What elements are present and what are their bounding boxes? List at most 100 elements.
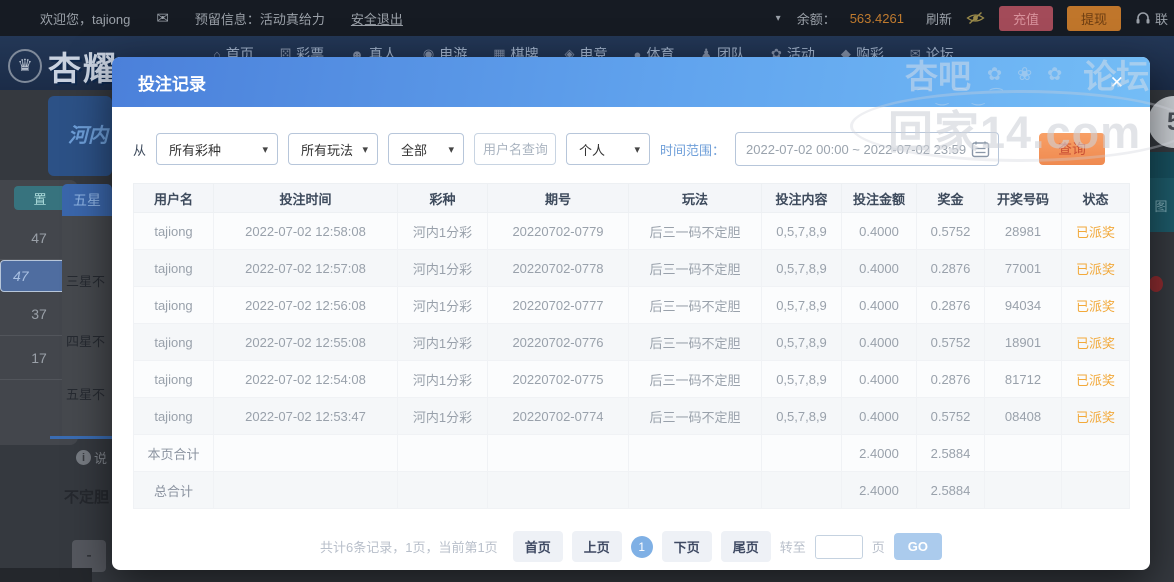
modal-header: 投注记录 ✕	[112, 57, 1150, 107]
headset-icon	[1135, 11, 1151, 25]
cell-prize: 0.5752	[916, 323, 985, 361]
logout-link[interactable]: 安全退出	[351, 9, 403, 28]
cell-play: 后三一码不定胆	[628, 397, 762, 435]
recharge-button[interactable]: 充值	[998, 5, 1053, 31]
cell-status: 已派奖	[1061, 323, 1130, 361]
refresh-link[interactable]: 刷新	[926, 9, 952, 28]
cell-draw-number: 94034	[984, 286, 1062, 324]
cell-prize: 0.2876	[916, 360, 985, 398]
cell-draw-number: 18901	[984, 323, 1062, 361]
bg-tab-selected[interactable]: 五星	[62, 184, 112, 216]
bg-note-text: 说	[94, 451, 108, 466]
summary-cell-prize: 2.5884	[916, 434, 985, 472]
scope-select[interactable]: 个人 ▾	[566, 133, 651, 165]
go-button[interactable]: GO	[893, 533, 943, 560]
summary-cell-amount: 2.4000	[841, 471, 917, 509]
table-row: tajiong 2022-07-02 12:54:08 河内1分彩 20220702-…	[133, 360, 1130, 398]
bg-red-dot	[1149, 276, 1163, 292]
cell-play: 后三一码不定胆	[628, 249, 762, 287]
cell-bet-time: 2022-07-02 12:54:08	[213, 360, 398, 398]
summary-cell-status	[1061, 471, 1130, 509]
cell-username: tajiong	[133, 360, 214, 398]
cell-draw-number: 28981	[984, 212, 1062, 250]
col-header-status: 状态	[1061, 183, 1130, 213]
prev-page-button[interactable]: 上页	[571, 531, 622, 562]
col-header-prize: 奖金	[916, 183, 985, 213]
cell-bet-time: 2022-07-02 12:55:08	[213, 323, 398, 361]
lottery-type-select[interactable]: 所有彩种 ▾	[156, 133, 279, 165]
bg-note: i 说	[76, 448, 112, 467]
brand-name: 杏耀	[48, 50, 118, 87]
scope-value: 个人	[579, 142, 606, 158]
cell-status: 已派奖	[1061, 397, 1130, 435]
cell-amount: 0.4000	[841, 360, 917, 398]
close-icon[interactable]: ✕	[1110, 74, 1124, 91]
cell-issue: 20220702-0776	[487, 323, 629, 361]
bg-tab-1[interactable]: 四星不	[66, 331, 105, 350]
table-row: tajiong 2022-07-02 12:55:08 河内1分彩 20220702-…	[133, 323, 1130, 361]
table-row: tajiong 2022-07-02 12:53:47 河内1分彩 20220702-…	[133, 397, 1130, 435]
table-row: tajiong 2022-07-02 12:58:08 河内1分彩 20220702-…	[133, 212, 1130, 250]
cell-issue: 20220702-0775	[487, 360, 629, 398]
cell-issue: 20220702-0777	[487, 286, 629, 324]
bg-play-panel: 三星不 四星不 五星不	[62, 216, 112, 438]
pagination: 共计6条记录，1页，当前第1页 首页 上页 1 下页 尾页 转至 页 GO	[133, 531, 1129, 562]
bg-lottery-ball: 5	[1148, 96, 1174, 148]
cell-play: 后三一码不定胆	[628, 286, 762, 324]
notice-text: 预留信息：活动真给力	[194, 11, 325, 27]
chevron-down-icon: ▾	[262, 143, 269, 156]
time-range-label: 时间范围：	[660, 142, 726, 158]
cell-amount: 0.4000	[841, 323, 917, 361]
status-value: 全部	[401, 142, 428, 158]
col-header-lottery: 彩种	[397, 183, 488, 213]
search-button[interactable]: 查询	[1039, 133, 1106, 165]
summary-cell-username: 总合计	[133, 471, 214, 509]
current-page-badge[interactable]: 1	[630, 535, 653, 558]
summary-cell-lottery	[397, 471, 488, 509]
chevron-down-icon: ▾	[634, 143, 641, 156]
cell-play: 后三一码不定胆	[628, 323, 762, 361]
goto-page-input[interactable]	[814, 534, 863, 559]
bg-tab-underline	[50, 436, 112, 439]
username-input[interactable]	[474, 133, 557, 165]
balance-caret-icon[interactable]: ▾	[776, 13, 781, 24]
cell-play: 后三一码不定胆	[628, 360, 762, 398]
withdraw-button[interactable]: 提现	[1066, 5, 1121, 31]
cell-issue: 20220702-0774	[487, 397, 629, 435]
brand-logo[interactable]: ♛ 杏耀	[8, 42, 118, 90]
bg-tab-0[interactable]: 三星不	[66, 271, 105, 290]
summary-cell-content	[761, 434, 842, 472]
from-label: 从	[133, 142, 147, 158]
calendar-icon	[971, 140, 990, 158]
cell-lottery: 河内1分彩	[397, 286, 488, 324]
bg-lottery-header: 河内	[48, 96, 112, 176]
cell-lottery: 河内1分彩	[397, 397, 488, 435]
col-header-amount: 投注金额	[841, 183, 917, 213]
eye-slash-icon[interactable]	[966, 11, 985, 25]
cell-amount: 0.4000	[841, 397, 917, 435]
last-page-button[interactable]: 尾页	[720, 531, 771, 562]
cell-prize: 0.2876	[916, 249, 985, 287]
status-select[interactable]: 全部 ▾	[388, 133, 465, 165]
customer-service[interactable]: 联	[1135, 9, 1168, 28]
next-page-button[interactable]: 下页	[661, 531, 712, 562]
mail-icon[interactable]: ✉	[156, 9, 169, 27]
cell-amount: 0.4000	[841, 286, 917, 324]
play-type-select[interactable]: 所有玩法 ▾	[288, 133, 379, 165]
cell-content: 0,5,7,8,9	[761, 286, 842, 324]
first-page-button[interactable]: 首页	[512, 531, 563, 562]
cell-issue: 20220702-0779	[487, 212, 629, 250]
summary-cell-draw-number	[984, 434, 1062, 472]
bg-tab-2[interactable]: 五星不	[66, 384, 105, 403]
cell-username: tajiong	[133, 323, 214, 361]
cell-amount: 0.4000	[841, 249, 917, 287]
bg-lottery-title: 河内	[68, 125, 108, 147]
cell-bet-time: 2022-07-02 12:58:08	[213, 212, 398, 250]
cell-bet-time: 2022-07-02 12:56:08	[213, 286, 398, 324]
summary-cell-lottery	[397, 434, 488, 472]
bet-records-modal: 投注记录 ✕ 从 所有彩种 ▾ 所有玩法 ▾ 全部 ▾ 用户名查询 个人 ▾ 时…	[112, 57, 1150, 570]
date-range-input[interactable]: 2022-07-02 00:00 ~ 2022-07-02 23:59	[735, 132, 1000, 166]
cell-content: 0,5,7,8,9	[761, 360, 842, 398]
modal-title: 投注记录	[138, 74, 206, 94]
summary-cell-content	[761, 471, 842, 509]
